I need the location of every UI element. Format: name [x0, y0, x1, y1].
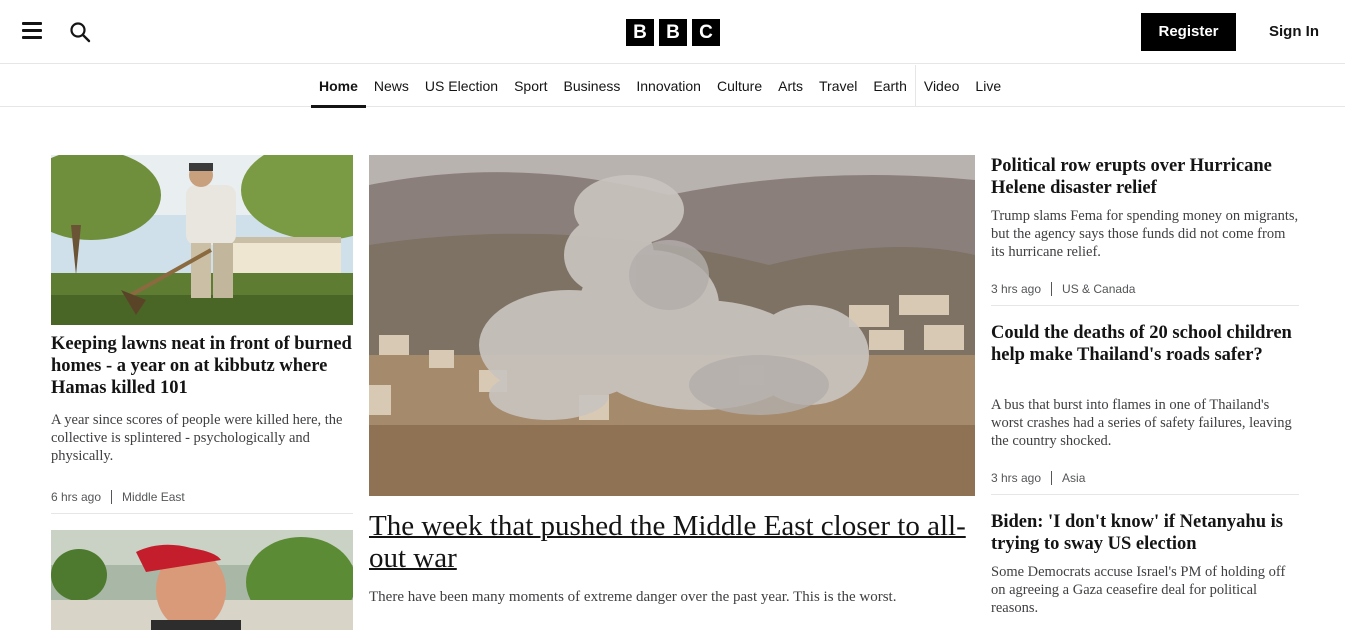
- bbc-logo[interactable]: B B C: [626, 19, 720, 46]
- nav-item-home[interactable]: Home: [311, 65, 366, 108]
- nav-item-business[interactable]: Business: [556, 65, 629, 107]
- divider: [991, 305, 1299, 306]
- story-summary: A year since scores of people were kille…: [51, 412, 343, 464]
- story-summary: Trump slams Fema for spending money on m…: [991, 208, 1299, 260]
- lead-story-summary: There have been many moments of extreme …: [369, 589, 897, 605]
- story-headline[interactable]: Keeping lawns neat in front of burned ho…: [51, 333, 353, 399]
- nav-item-travel[interactable]: Travel: [811, 65, 865, 107]
- story-headline[interactable]: Could the deaths of 20 school children h…: [991, 322, 1301, 366]
- lead-story-image[interactable]: [369, 155, 975, 496]
- sign-in-button[interactable]: Sign In: [1254, 13, 1334, 51]
- nav-item-earth[interactable]: Earth: [865, 65, 914, 107]
- register-button[interactable]: Register: [1141, 13, 1236, 51]
- divider: [51, 513, 353, 514]
- story-tag[interactable]: Asia: [1052, 471, 1085, 485]
- divider: [991, 494, 1299, 495]
- story-meta: 3 hrs ago US & Canada: [991, 281, 1135, 297]
- story-meta: 3 hrs ago Asia: [991, 470, 1085, 486]
- nav-item-innovation[interactable]: Innovation: [628, 65, 709, 107]
- logo-letter: B: [659, 19, 687, 46]
- story-tag[interactable]: US & Canada: [1052, 282, 1135, 296]
- nav-item-culture[interactable]: Culture: [709, 65, 770, 107]
- story-image-kibbutz[interactable]: [51, 155, 353, 325]
- story-image-trump-supporter[interactable]: [51, 530, 353, 630]
- top-bar: B B C Register Sign In: [0, 0, 1345, 64]
- search-icon[interactable]: [69, 21, 91, 43]
- story-time: 3 hrs ago: [991, 282, 1053, 296]
- main-nav: Home News US Election Sport Business Inn…: [0, 65, 1345, 108]
- story-tag[interactable]: Middle East: [112, 490, 185, 504]
- nav-item-sport[interactable]: Sport: [506, 65, 555, 107]
- menu-icon[interactable]: [22, 22, 42, 40]
- nav-item-news[interactable]: News: [366, 65, 417, 107]
- logo-letter: B: [626, 19, 654, 46]
- story-time: 6 hrs ago: [51, 490, 113, 504]
- story-summary: Some Democrats accuse Israel's PM of hol…: [991, 564, 1286, 616]
- story-headline[interactable]: Biden: 'I don't know' if Netanyahu is tr…: [991, 511, 1301, 555]
- nav-item-live[interactable]: Live: [967, 65, 1009, 107]
- logo-letter: C: [692, 19, 720, 46]
- story-meta: 6 hrs ago Middle East: [51, 489, 185, 505]
- lead-story-headline[interactable]: The week that pushed the Middle East clo…: [369, 510, 975, 574]
- nav-item-us-election[interactable]: US Election: [417, 65, 506, 107]
- nav-item-video[interactable]: Video: [914, 65, 968, 107]
- story-headline[interactable]: Political row erupts over Hurricane Hele…: [991, 155, 1301, 199]
- story-summary: A bus that burst into flames in one of T…: [991, 397, 1292, 449]
- nav-item-arts[interactable]: Arts: [770, 65, 811, 107]
- story-time: 3 hrs ago: [991, 471, 1053, 485]
